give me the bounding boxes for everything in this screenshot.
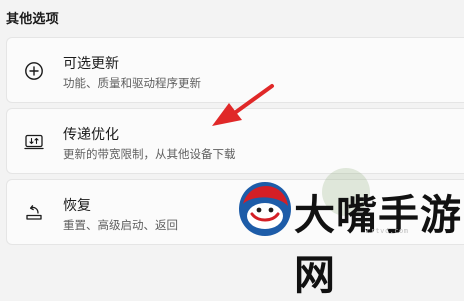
recovery-desc: 重置、高级启动、返回 bbox=[63, 218, 178, 232]
section-title: 其他选项 bbox=[6, 12, 59, 27]
watermark-logo-icon bbox=[239, 182, 291, 236]
delivery-optimization-icon bbox=[23, 131, 45, 153]
watermark-brand: 大嘴手游网 bbox=[294, 191, 462, 299]
delivery-optimization-item[interactable]: 传递优化 更新的带宽限制，从其他设备下载 bbox=[6, 108, 464, 174]
recovery-title: 恢复 bbox=[63, 198, 91, 214]
delivery-optimization-desc: 更新的带宽限制，从其他设备下载 bbox=[63, 147, 236, 161]
optional-updates-desc: 功能、质量和驱动程序更新 bbox=[63, 76, 201, 90]
plus-circle-icon bbox=[23, 60, 45, 82]
optional-updates-item[interactable]: 可选更新 功能、质量和驱动程序更新 bbox=[6, 37, 464, 103]
watermark-url: crtvc.com bbox=[366, 227, 409, 235]
recovery-icon bbox=[23, 202, 45, 224]
delivery-optimization-title: 传递优化 bbox=[63, 127, 119, 143]
settings-page: 其他选项 可选更新 功能、质量和驱动程序更新 传递优化 更新的带宽限制，从其他设… bbox=[0, 0, 464, 299]
optional-updates-title: 可选更新 bbox=[63, 56, 119, 72]
watermark: 大嘴手游网 crtvc.com bbox=[224, 172, 464, 299]
